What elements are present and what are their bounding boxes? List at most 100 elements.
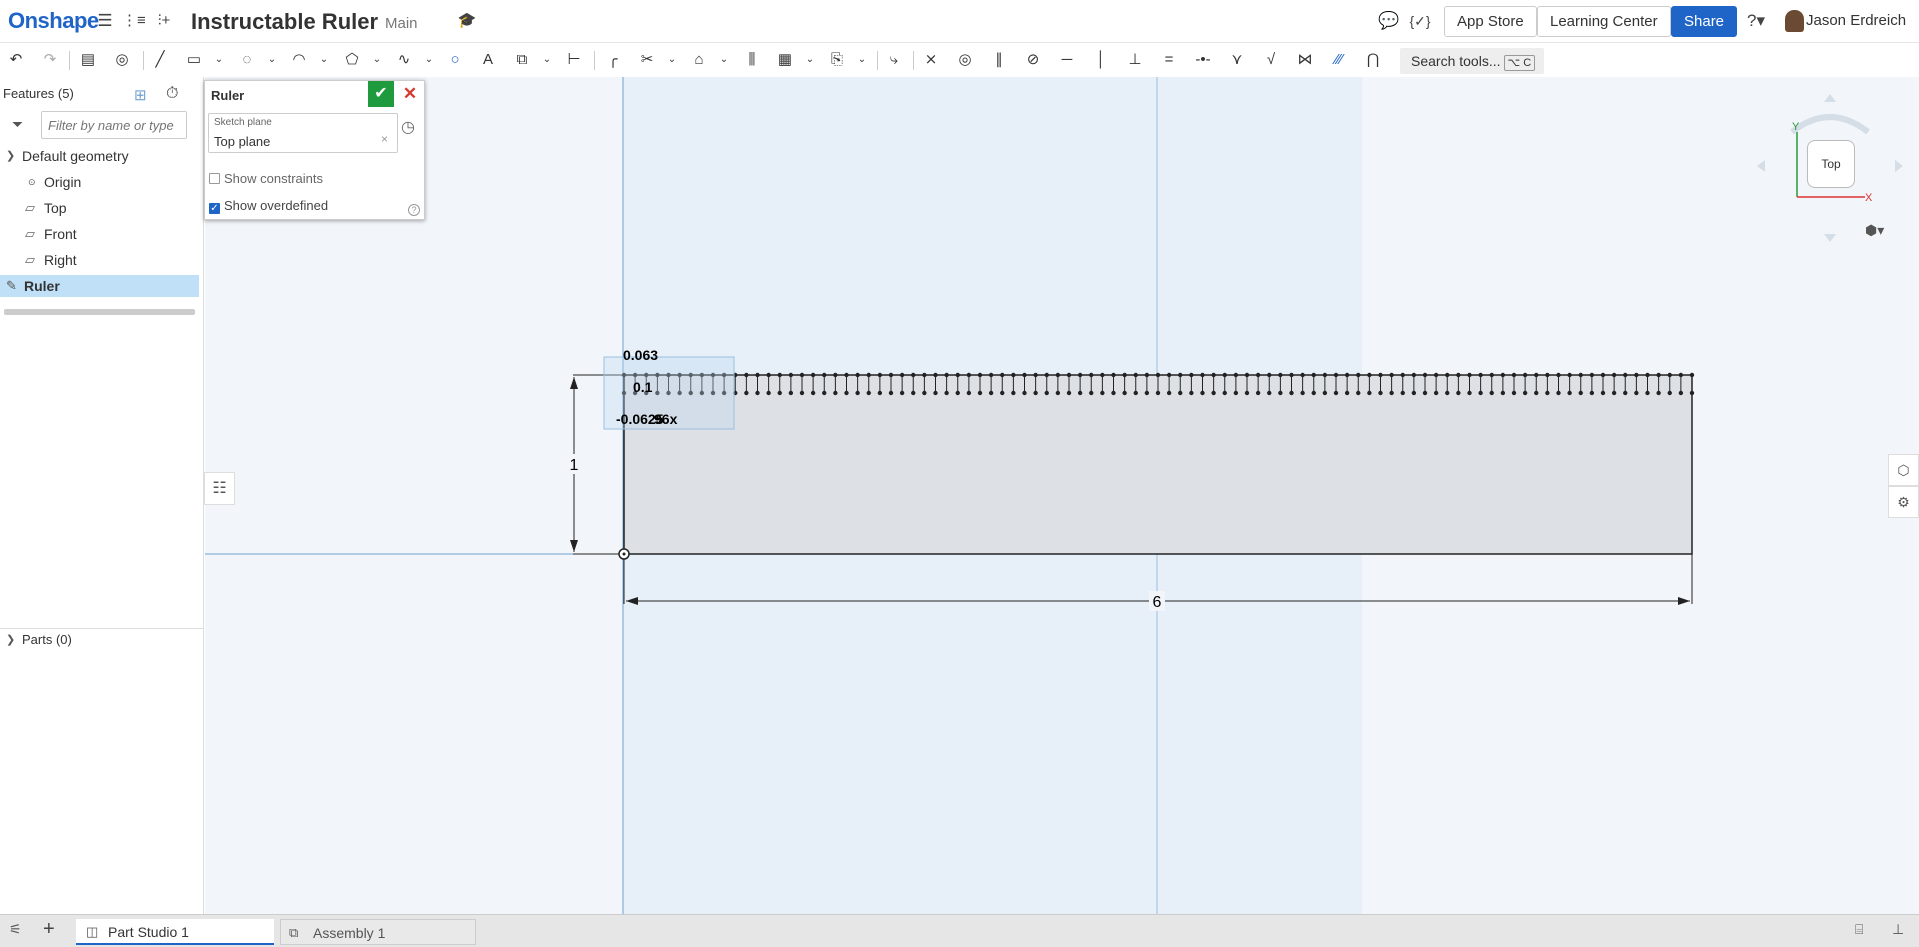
view-options-icon[interactable]: ⬢▾ [1865, 222, 1884, 239]
clear-selection-icon[interactable]: × [381, 132, 388, 146]
tree-item-origin[interactable]: ⊙ Origin [0, 171, 199, 193]
vertical-icon[interactable]: │ [1091, 50, 1111, 70]
appearance-panel-icon[interactable]: ⬡ [1888, 454, 1919, 486]
search-tools-input[interactable]: Search tools... ⌥ C [1400, 48, 1544, 74]
tab-manager-icon[interactable]: ⚟ [9, 921, 22, 938]
symmetric-icon[interactable]: √ [1261, 50, 1281, 70]
chevron-down-icon[interactable]: ⌄ [852, 50, 872, 70]
dimension-icon[interactable]: ⊢ [564, 50, 584, 70]
horizontal-icon[interactable]: ─ [1057, 50, 1077, 70]
chevron-down-icon[interactable]: ⌄ [800, 50, 820, 70]
polygon-icon[interactable]: ⬠ [342, 50, 362, 70]
rectangle-icon[interactable]: ▭ [184, 50, 204, 70]
tab-assembly[interactable]: ⧉ Assembly 1 [280, 919, 476, 945]
tree-item-ruler[interactable]: ✎ Ruler [0, 275, 199, 297]
show-constraints-checkbox[interactable] [209, 173, 220, 184]
concentric-icon[interactable]: ◎ [955, 50, 975, 70]
cancel-close-icon[interactable]: ✕ [398, 83, 422, 105]
feature-tree-scrollbar[interactable] [4, 309, 195, 315]
sketch-plane-field[interactable]: Sketch plane Top plane × [208, 113, 398, 153]
branch-label[interactable]: Main [385, 15, 418, 32]
tree-item-right[interactable]: ▱ Right [0, 249, 199, 271]
onshape-logo[interactable]: Onshape [8, 8, 99, 34]
parts-list-header[interactable]: ❯ Parts (0) [0, 628, 204, 647]
chevron-down-icon[interactable]: ⌄ [537, 50, 557, 70]
chevron-down-icon[interactable]: ⌄ [367, 50, 387, 70]
mirror-icon[interactable]: ⫼ [742, 50, 762, 70]
text-icon[interactable]: A [478, 50, 498, 70]
equal-icon[interactable]: = [1159, 50, 1179, 70]
learning-cap-icon[interactable]: 🎓 [456, 11, 478, 31]
history-icon[interactable]: ◷ [401, 117, 415, 137]
chevron-down-icon[interactable]: ⌄ [714, 50, 734, 70]
view-cube-face[interactable]: Top [1807, 140, 1855, 188]
configuration-panel-icon[interactable]: ⚙ [1888, 486, 1919, 518]
normal-icon[interactable]: ⋎ [1227, 50, 1247, 70]
chevron-down-icon[interactable]: ❯ [6, 629, 15, 651]
pierce-icon[interactable]: ⋈ [1295, 50, 1315, 70]
midpoint-icon[interactable]: -•- [1193, 50, 1213, 70]
document-title[interactable]: Instructable Ruler [191, 9, 378, 35]
point-icon[interactable]: ○ [445, 50, 465, 70]
show-constraints-row[interactable]: Show constraints [209, 171, 323, 186]
help-icon[interactable]: ?▾ [1741, 11, 1771, 31]
undo-icon[interactable]: ↶ [6, 50, 26, 70]
redo-icon[interactable]: ↷ [40, 50, 60, 70]
accept-check-icon[interactable]: ✔ [368, 81, 394, 107]
chevron-down-icon[interactable]: ⌄ [662, 50, 682, 70]
app-store-button[interactable]: App Store [1444, 6, 1537, 37]
avatar[interactable] [1785, 10, 1804, 32]
construction-icon[interactable]: ⧉ [512, 50, 532, 70]
chevron-down-icon[interactable]: ⌄ [314, 50, 334, 70]
version-history-icon[interactable]: ⋮≡ [122, 11, 146, 31]
sketch-canvas[interactable]: 1 6 0.063 0.1 -0.0625 96x [205, 77, 1919, 914]
line-icon[interactable]: ╱ [150, 50, 170, 70]
spline-icon[interactable]: ∿ [394, 50, 414, 70]
tree-item-top[interactable]: ▱ Top [0, 197, 199, 219]
feature-list-toggle-icon[interactable]: ☷ [204, 472, 235, 505]
graphics-area[interactable]: 1 6 0.063 0.1 -0.0625 96x ☷ ⬡ ⚙ [204, 77, 1919, 914]
insert-icon[interactable]: ⫶+ [153, 11, 175, 31]
arc-icon[interactable]: ◠ [289, 50, 309, 70]
trim-icon[interactable]: ✂ [637, 50, 657, 70]
help-icon[interactable]: ? [408, 204, 420, 216]
tree-item-front[interactable]: ▱ Front [0, 223, 199, 245]
circle-icon[interactable]: ◌ [237, 50, 257, 70]
paste-icon[interactable]: ◎ [112, 50, 132, 70]
chevron-down-icon[interactable]: ⌄ [419, 50, 439, 70]
chevron-down-icon[interactable]: ⌄ [209, 50, 229, 70]
curvature-icon[interactable]: ⋂ [1363, 50, 1383, 70]
use-icon[interactable]: ⤷ [884, 50, 904, 70]
share-button[interactable]: Share [1671, 6, 1738, 37]
chevron-down-icon[interactable]: ❯ [6, 145, 15, 167]
tangent-icon[interactable]: ⊘ [1023, 50, 1043, 70]
perpendicular-icon[interactable]: ⊥ [1125, 50, 1145, 70]
fix-icon[interactable]: ⁄⁄⁄ [1329, 50, 1349, 70]
coincident-icon[interactable]: ⨯ [921, 50, 941, 70]
add-folder-icon[interactable]: ⊞ [134, 86, 147, 104]
user-name[interactable]: Jason Erdreich [1806, 12, 1906, 29]
feature-filter-input[interactable] [41, 111, 187, 139]
tab-part-studio[interactable]: ◫ Part Studio 1 [76, 919, 274, 945]
comments-icon[interactable]: 💬 [1378, 11, 1400, 31]
pattern-icon[interactable]: ▦ [775, 50, 795, 70]
learning-center-button[interactable]: Learning Center [1537, 6, 1671, 37]
rollback-timer-icon[interactable]: ⏱ [166, 85, 178, 103]
show-overdefined-checkbox[interactable]: ✓ [209, 203, 220, 214]
featurescript-icon[interactable]: {✓} [1409, 11, 1431, 31]
show-overdefined-row[interactable]: ✓ Show overdefined [209, 198, 328, 214]
dxf-import-icon[interactable]: ⎘ [827, 50, 847, 70]
view-cube[interactable]: Y X Top ⬢▾ [1755, 92, 1905, 244]
tick-endpoint [1233, 372, 1239, 378]
parallel-icon[interactable]: ∥ [989, 50, 1009, 70]
menu-icon[interactable]: ☰ [94, 11, 116, 31]
tree-item-default-geometry[interactable]: ❯ Default geometry [0, 145, 199, 167]
measure-icon[interactable]: ⊥ [1892, 921, 1904, 938]
fillet-icon[interactable]: ╭ [603, 50, 623, 70]
filter-icon[interactable]: ⏷ [12, 116, 23, 133]
view-toggle-icon[interactable]: ⌸ [1855, 921, 1863, 938]
copy-icon[interactable]: ▤ [78, 50, 98, 70]
offset-icon[interactable]: ⌂ [689, 50, 709, 70]
chevron-down-icon[interactable]: ⌄ [262, 50, 282, 70]
add-tab-icon[interactable]: + [43, 918, 55, 941]
